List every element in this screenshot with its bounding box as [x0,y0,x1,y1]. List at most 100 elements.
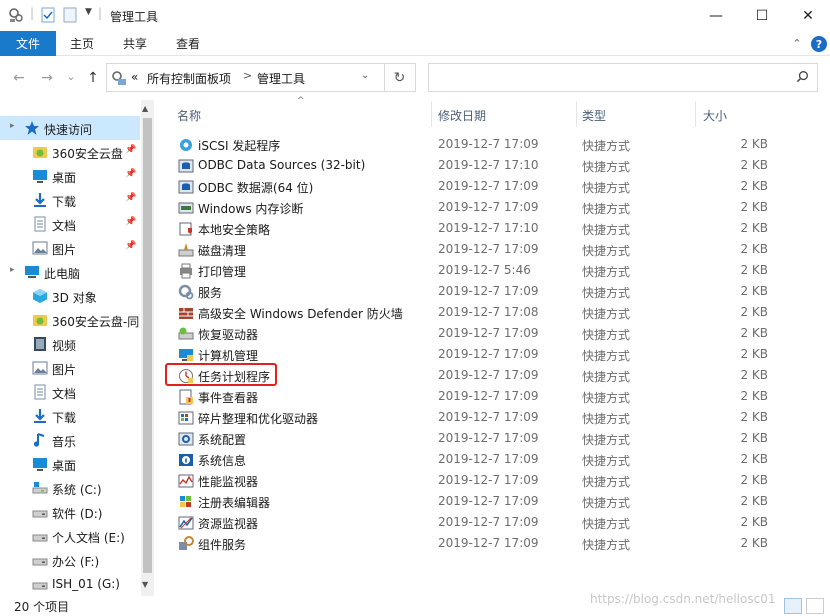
sidebar-item[interactable]: 3D 对象 [0,284,140,308]
music-icon [33,433,45,447]
sidebar-item[interactable]: 视频 [0,332,140,356]
help-icon[interactable]: ? [811,36,827,52]
checklist-icon[interactable] [40,7,56,23]
sidebar-item[interactable]: 办公 (F:) [0,548,140,572]
breadcrumb-chevron-icon[interactable]: > [243,69,252,82]
sidebar-item[interactable]: 图片 📌 [0,236,140,260]
sidebar-item[interactable]: 下载 [0,404,140,428]
up-button[interactable]: ↑ [84,69,102,87]
scroll-down-icon[interactable]: ▼ [142,580,148,589]
tab-file[interactable]: 文件 [0,31,56,56]
file-row[interactable]: 注册表编辑器 2019-12-7 17:09 快捷方式 2 KB [172,491,772,512]
control-panel-icon [112,71,126,85]
pin-icon: 📌 [125,193,137,203]
title-separator-2: | [98,6,103,20]
file-row[interactable]: 高级安全 Windows Defender 防火墙 2019-12-7 17:08… [172,302,772,323]
file-row[interactable]: 打印管理 2019-12-7 5:46 快捷方式 2 KB [172,260,772,281]
breadcrumb-control-panel[interactable]: 所有控制面板项 [147,70,231,87]
sidebar-item[interactable]: 下载 📌 [0,188,140,212]
file-size: 2 KB [740,326,768,340]
iscsi-icon [180,139,192,151]
file-date: 2019-12-7 17:09 [438,347,539,361]
sidebar-item[interactable]: 个人文档 (E:) [0,524,140,548]
sidebar-item[interactable]: 系统 (C:) [0,476,140,500]
address-bar[interactable]: « 所有控制面板项 > 管理工具 [106,63,416,92]
file-type: 快捷方式 [582,391,631,405]
tab-home[interactable]: 主页 [60,31,104,56]
properties-icon[interactable] [8,7,24,23]
details-view-button[interactable] [784,598,802,614]
file-size: 2 KB [740,368,768,382]
file-row[interactable]: ODBC Data Sources (32-bit) 2019-12-7 17:1… [172,155,772,176]
sidebar-item[interactable]: 文档 [0,380,140,404]
minimize-button[interactable]: — [693,0,739,31]
file-row[interactable]: 组件服务 2019-12-7 17:09 快捷方式 2 KB [172,533,772,554]
new-folder-icon[interactable] [62,7,78,23]
forward-button[interactable]: → [38,69,56,87]
memory-diagnostic-icon [178,202,194,214]
3d-objects-icon [33,289,47,303]
file-row[interactable]: iSCSI 发起程序 2019-12-7 17:09 快捷方式 2 KB [172,134,772,155]
sidebar-item[interactable]: 图片 [0,356,140,380]
odbc-icon [178,180,194,194]
maximize-button[interactable]: ☐ [739,0,785,31]
file-size: 2 KB [740,452,768,466]
file-type: 快捷方式 [582,286,631,300]
sidebar-item[interactable]: 软件 (D:) [0,500,140,524]
large-icons-view-button[interactable] [806,598,824,614]
back-button[interactable]: ← [10,69,28,87]
refresh-button[interactable]: ↻ [384,64,414,91]
file-row[interactable]: 恢复驱动器 2019-12-7 17:09 快捷方式 2 KB [172,323,772,344]
recent-locations-button[interactable]: ⌄ [62,67,80,85]
breadcrumb-admin-tools[interactable]: 管理工具 [257,70,305,87]
file-type: 快捷方式 [582,538,631,552]
file-row[interactable]: 性能监视器 2019-12-7 17:09 快捷方式 2 KB [172,470,772,491]
search-icon[interactable] [796,70,809,83]
file-row[interactable]: 服务 2019-12-7 17:09 快捷方式 2 KB [172,281,772,302]
search-box[interactable] [428,63,818,92]
sidebar-item-label: 桌面 [52,459,77,473]
tab-view[interactable]: 查看 [166,31,210,56]
file-row[interactable]: 计算机管理 2019-12-7 17:09 快捷方式 2 KB [172,344,772,365]
sidebar-item[interactable]: ▸ 快速访问 [0,116,140,140]
scroll-up-icon[interactable]: ▲ [142,104,148,113]
file-row[interactable]: 磁盘清理 2019-12-7 17:09 快捷方式 2 KB [172,239,772,260]
sidebar-item-label: 快速访问 [44,123,93,137]
sidebar-item-label: 音乐 [52,435,77,449]
column-header-size[interactable]: 大小 [703,107,727,124]
column-divider[interactable] [431,101,432,127]
expand-chevron-icon[interactable]: ▸ [10,265,15,275]
file-row[interactable]: 系统信息 2019-12-7 17:09 快捷方式 2 KB [172,449,772,470]
file-name: 注册表编辑器 [198,496,271,510]
sidebar-item[interactable]: 桌面 [0,452,140,476]
column-header-type[interactable]: 类型 [582,107,606,124]
file-row[interactable]: 系统配置 2019-12-7 17:09 快捷方式 2 KB [172,428,772,449]
file-row[interactable]: ODBC 数据源(64 位) 2019-12-7 17:09 快捷方式 2 KB [172,176,772,197]
sidebar-scroll-thumb[interactable] [143,118,152,573]
expand-chevron-icon[interactable]: ▸ [10,121,15,131]
column-divider[interactable] [576,101,577,127]
sidebar-item[interactable]: 文档 📌 [0,212,140,236]
sidebar-item[interactable]: 音乐 [0,428,140,452]
tab-share[interactable]: 共享 [113,31,157,56]
column-divider[interactable] [695,101,696,127]
file-type: 快捷方式 [582,265,631,279]
sidebar-item[interactable]: ▸ 此电脑 [0,260,140,284]
sidebar-item[interactable]: 360安全云盘 📌 [0,140,140,164]
sidebar-item[interactable]: 360安全云盘-同 [0,308,140,332]
collapse-ribbon-icon[interactable]: ⌃ [790,36,804,50]
column-header-date[interactable]: 修改日期 [438,107,486,124]
column-header-name[interactable]: 名称 [177,107,201,124]
sidebar-item[interactable]: 桌面 📌 [0,164,140,188]
address-dropdown-icon[interactable]: ⌄ [361,70,369,81]
breadcrumb-overflow[interactable]: « [131,70,138,84]
file-row[interactable]: 本地安全策略 2019-12-7 17:10 快捷方式 2 KB [172,218,772,239]
quick-access-dropdown-icon[interactable]: ▼ [85,7,92,17]
file-row[interactable]: 事件查看器 2019-12-7 17:09 快捷方式 2 KB [172,386,772,407]
sidebar-item[interactable]: ISH_01 (G:) [0,572,140,596]
close-button[interactable]: ✕ [785,0,830,31]
pin-icon: 📌 [125,241,137,251]
file-row[interactable]: Windows 内存诊断 2019-12-7 17:09 快捷方式 2 KB [172,197,772,218]
file-row[interactable]: 资源监视器 2019-12-7 17:09 快捷方式 2 KB [172,512,772,533]
file-row[interactable]: 碎片整理和优化驱动器 2019-12-7 17:09 快捷方式 2 KB [172,407,772,428]
